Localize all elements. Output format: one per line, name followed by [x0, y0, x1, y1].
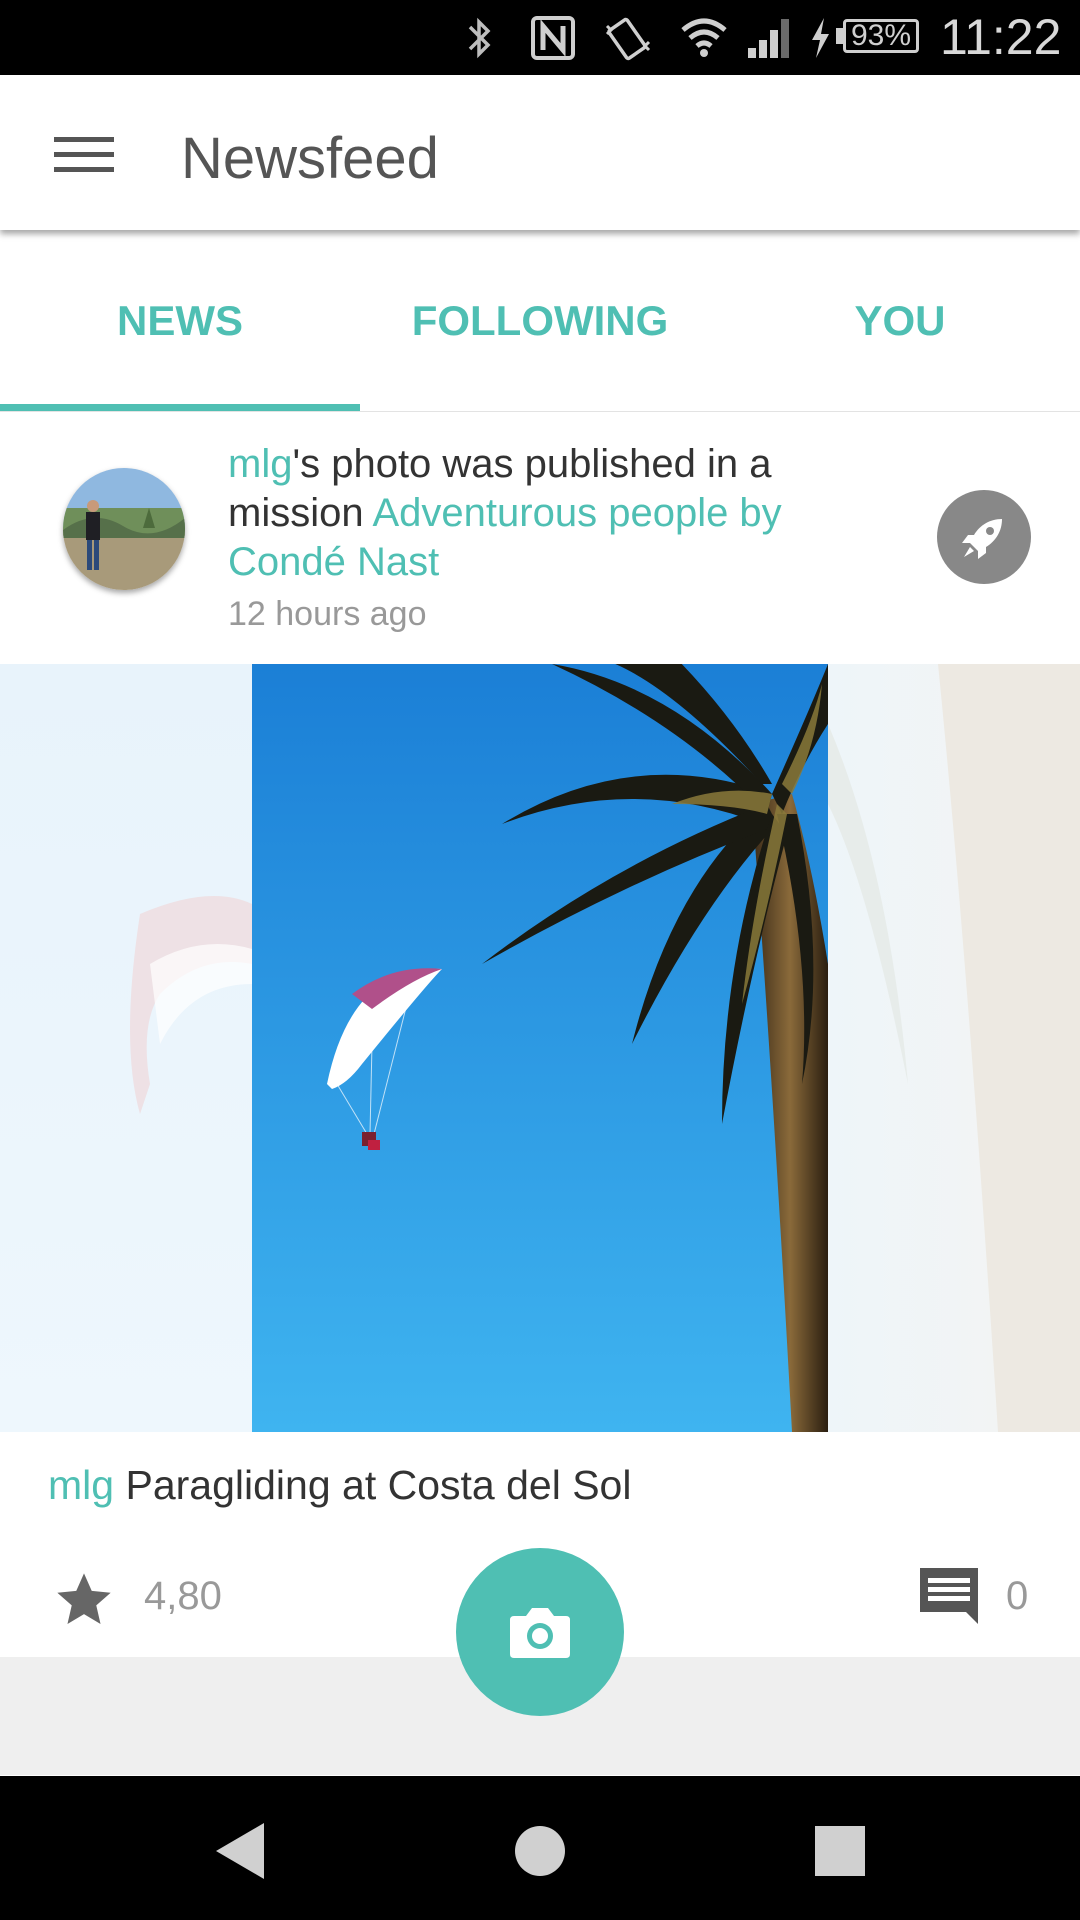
timestamp: 12 hours ago	[228, 595, 427, 633]
star-icon[interactable]	[52, 1568, 116, 1632]
vibrate-icon	[600, 10, 656, 66]
avatar[interactable]	[63, 468, 185, 590]
rocket-icon[interactable]	[937, 490, 1031, 584]
comment-icon[interactable]	[916, 1564, 982, 1628]
tab-news[interactable]: NEWS	[0, 230, 360, 411]
tab-bar: NEWS FOLLOWING YOU	[0, 230, 1080, 412]
post-photo[interactable]	[252, 664, 828, 1432]
cellular-signal-icon	[744, 10, 796, 66]
status-bar: 93% 11:22	[0, 0, 1080, 75]
back-icon[interactable]	[200, 1816, 280, 1886]
charging-icon	[806, 10, 834, 66]
bluetooth-icon	[462, 10, 496, 66]
photo-preview-blurred-left	[0, 664, 252, 1432]
comment-count: 0	[1006, 1574, 1029, 1618]
battery-level: 93%	[850, 19, 912, 52]
tab-you[interactable]: YOU	[720, 230, 1080, 411]
hamburger-menu-icon[interactable]	[40, 120, 130, 190]
notification-text: mlg's photo was published in a mission A…	[228, 440, 868, 587]
home-icon[interactable]	[500, 1816, 580, 1886]
caption-username-link[interactable]: mlg	[48, 1462, 114, 1508]
app-bar: Newsfeed	[0, 75, 1080, 230]
caption-text: Paragliding at Costa del Sol	[125, 1462, 632, 1508]
username-link[interactable]: mlg	[228, 442, 292, 486]
clock: 11:22	[940, 9, 1062, 65]
photo-carousel[interactable]	[0, 664, 1080, 1432]
photo-preview-blurred-right	[828, 664, 1080, 1432]
selected-tab-indicator	[0, 404, 360, 411]
recents-icon[interactable]	[800, 1816, 880, 1886]
camera-icon[interactable]	[456, 1548, 624, 1716]
battery-terminal	[836, 28, 843, 44]
rating-value: 4,80	[144, 1574, 222, 1618]
page-title: Newsfeed	[181, 126, 439, 191]
nfc-icon	[528, 10, 578, 66]
wifi-icon	[678, 10, 730, 66]
photo-caption: mlg Paragliding at Costa del Sol	[48, 1462, 631, 1509]
system-nav-bar	[0, 1776, 1080, 1920]
battery-icon: 93%	[843, 19, 919, 53]
tab-following[interactable]: FOLLOWING	[360, 230, 720, 411]
